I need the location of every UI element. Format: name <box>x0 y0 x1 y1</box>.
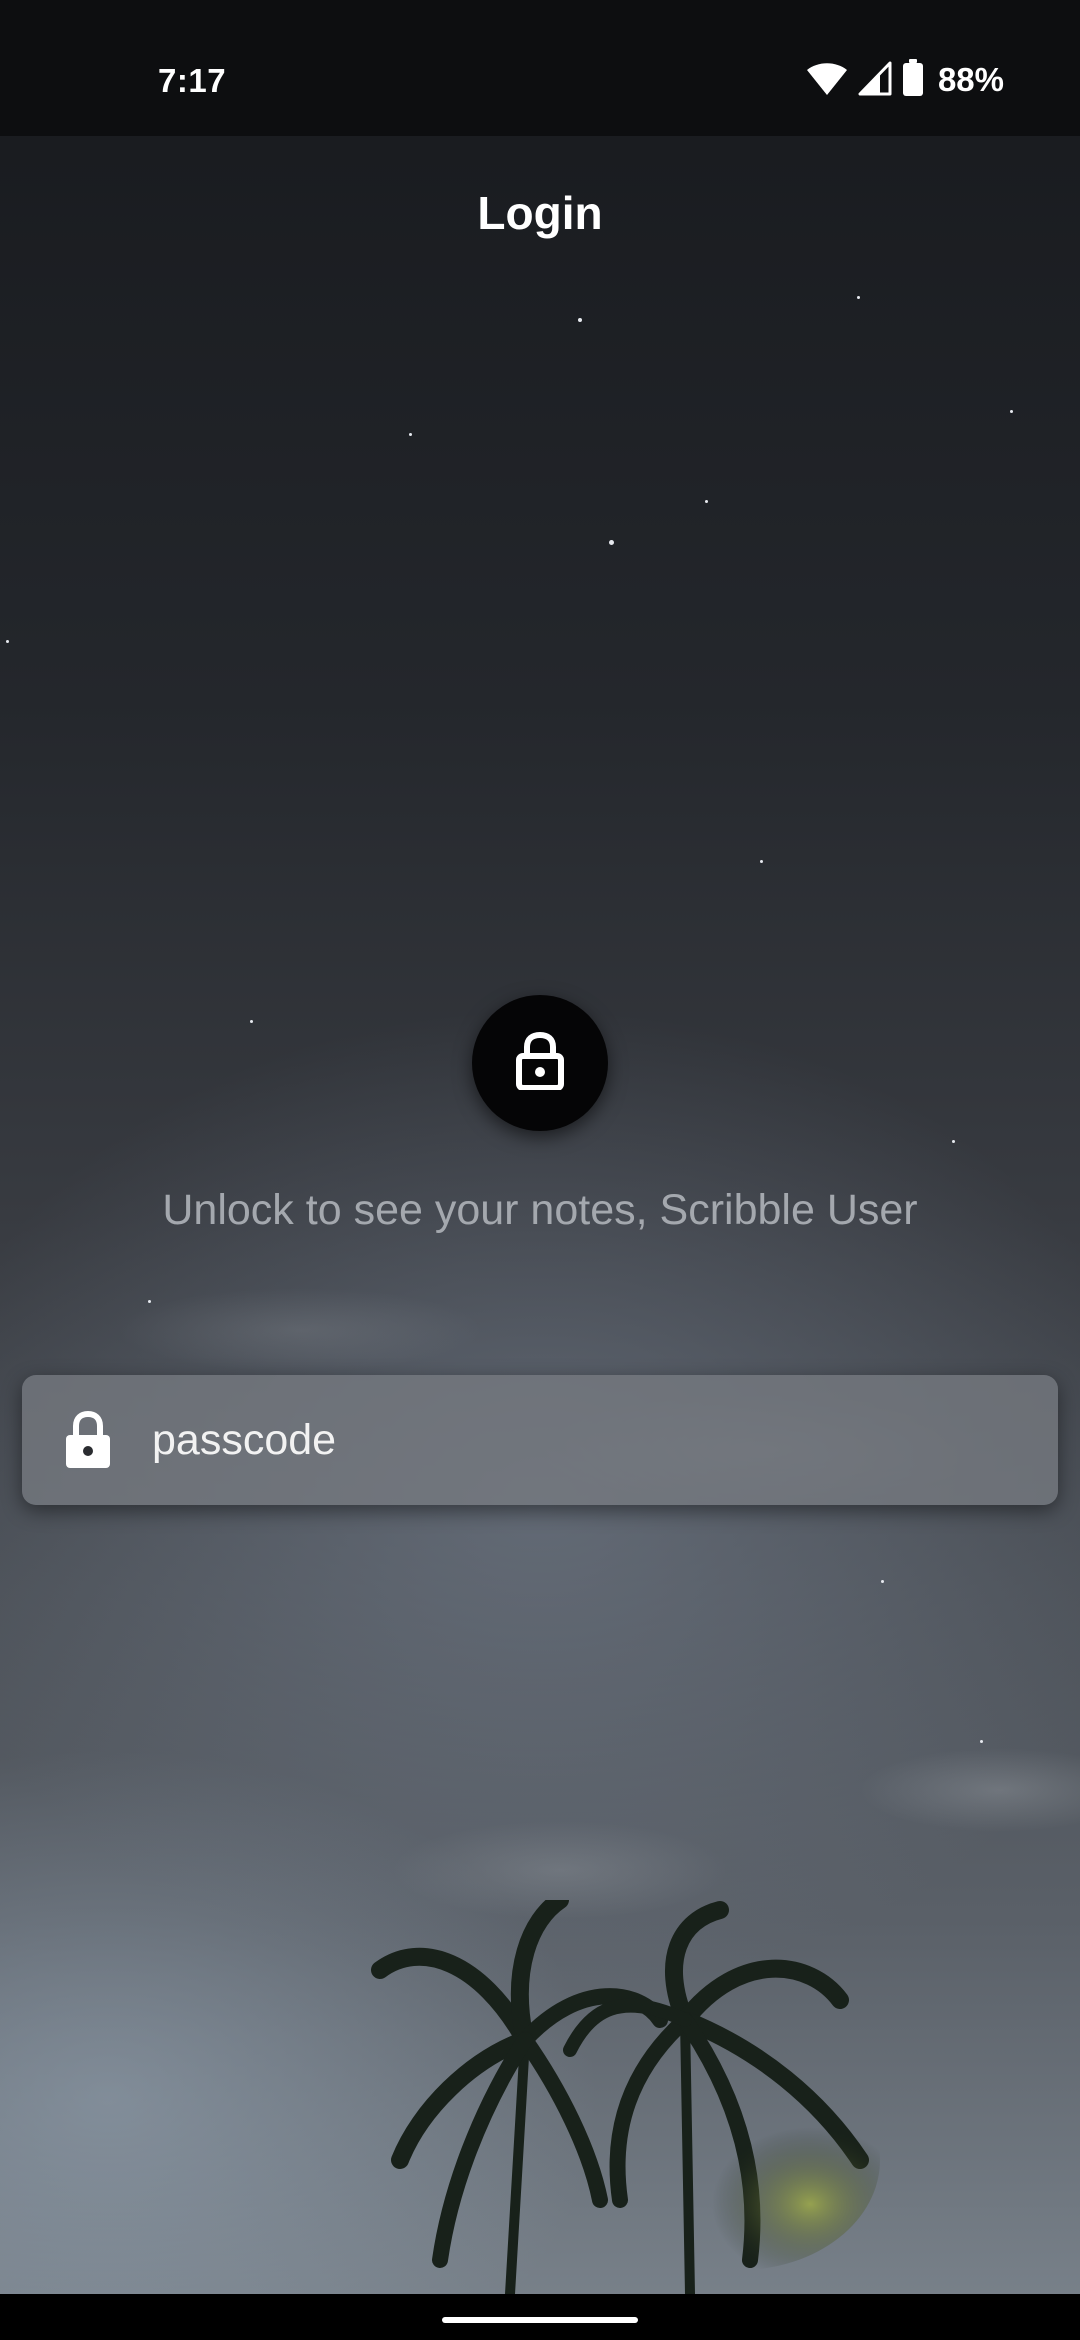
background-clouds <box>0 1150 1080 1950</box>
star <box>881 1580 884 1583</box>
star <box>857 296 860 299</box>
cellular-signal-icon <box>858 60 892 101</box>
star <box>980 1740 983 1743</box>
battery-icon <box>902 58 924 102</box>
status-time: 7:17 <box>158 62 227 99</box>
lock-button[interactable] <box>472 995 608 1131</box>
star <box>760 860 763 863</box>
lock-icon <box>58 1410 118 1470</box>
status-icons: 88% <box>806 58 1004 102</box>
palm-trees-image <box>371 1900 880 2294</box>
star <box>705 500 708 503</box>
battery-percentage: 88% <box>937 61 1004 98</box>
unlock-message: Unlock to see your notes, Scribble User <box>162 1186 918 1234</box>
lock-icon <box>515 1031 565 1095</box>
star <box>952 1140 955 1143</box>
status-bar: 7:17 88% <box>0 0 1080 136</box>
star <box>148 1300 151 1303</box>
wifi-icon <box>806 60 848 101</box>
star <box>409 433 412 436</box>
star <box>250 1020 253 1023</box>
star <box>1010 410 1013 413</box>
page-title: Login <box>477 187 603 239</box>
passcode-field[interactable] <box>22 1375 1058 1505</box>
star <box>6 640 9 643</box>
home-indicator[interactable] <box>442 2317 638 2323</box>
star <box>578 318 582 322</box>
login-screen: 7:17 88% Login Unlock to see your notes,… <box>0 0 1080 2340</box>
passcode-input[interactable] <box>150 1394 1058 1486</box>
star <box>609 540 614 545</box>
